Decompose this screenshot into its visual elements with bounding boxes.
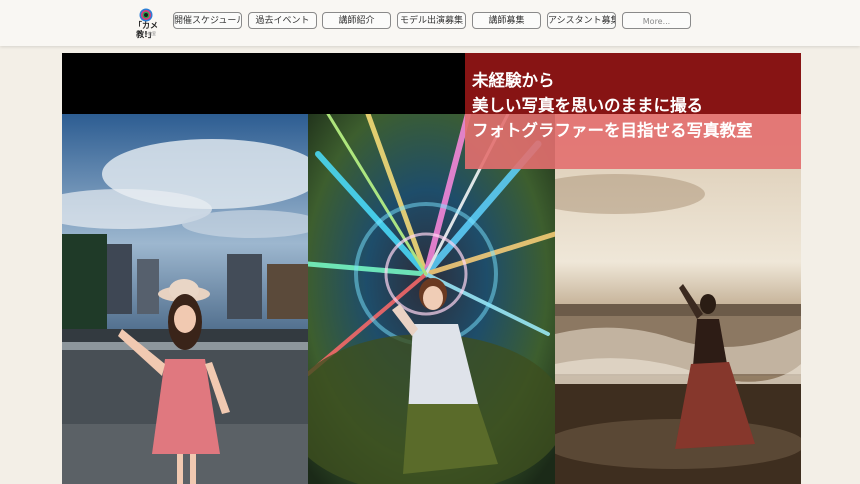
hero-photo-neon-portrait <box>308 114 555 484</box>
logo-subtext: カメラ教室 <box>136 31 156 36</box>
hero-banner: 未経験から 美しい写真を思いのままに撮る フォトグラファーを目指せる写真教室 <box>62 53 801 484</box>
nav-past-events-button[interactable]: 過去イベント <box>248 12 317 29</box>
site-header: 「カメ教!」 カメラ教室 開催スケジュール 過去イベント 講師紹介 モデル出演募… <box>0 0 860 46</box>
nav-instructor-recruit-button[interactable]: 講師募集 <box>472 12 541 29</box>
hero-photo-city-portrait <box>62 114 308 484</box>
site-logo[interactable]: 「カメ教!」 カメラ教室 <box>127 8 165 39</box>
hero-photo-beach-portrait <box>555 114 801 484</box>
logo-text: 「カメ教!」 <box>134 21 158 39</box>
headline-line-2: 美しい写真を思いのままに撮る <box>472 96 703 115</box>
headline-line-3: フォトグラファーを目指せる写真教室 <box>472 121 753 140</box>
nav-instructors-button[interactable]: 講師紹介 <box>322 12 391 29</box>
nav-more-button[interactable]: More... <box>622 12 691 29</box>
hero-headline: 未経験から 美しい写真を思いのままに撮る フォトグラファーを目指せる写真教室 <box>465 53 801 169</box>
nav-schedule-button[interactable]: 開催スケジュール <box>173 12 242 29</box>
nav-model-recruit-button[interactable]: モデル出演募集 <box>397 12 466 29</box>
nav-assistant-recruit-button[interactable]: アシスタント募集 <box>547 12 616 29</box>
camera-lens-icon <box>139 8 153 22</box>
headline-line-1: 未経験から <box>472 71 555 90</box>
